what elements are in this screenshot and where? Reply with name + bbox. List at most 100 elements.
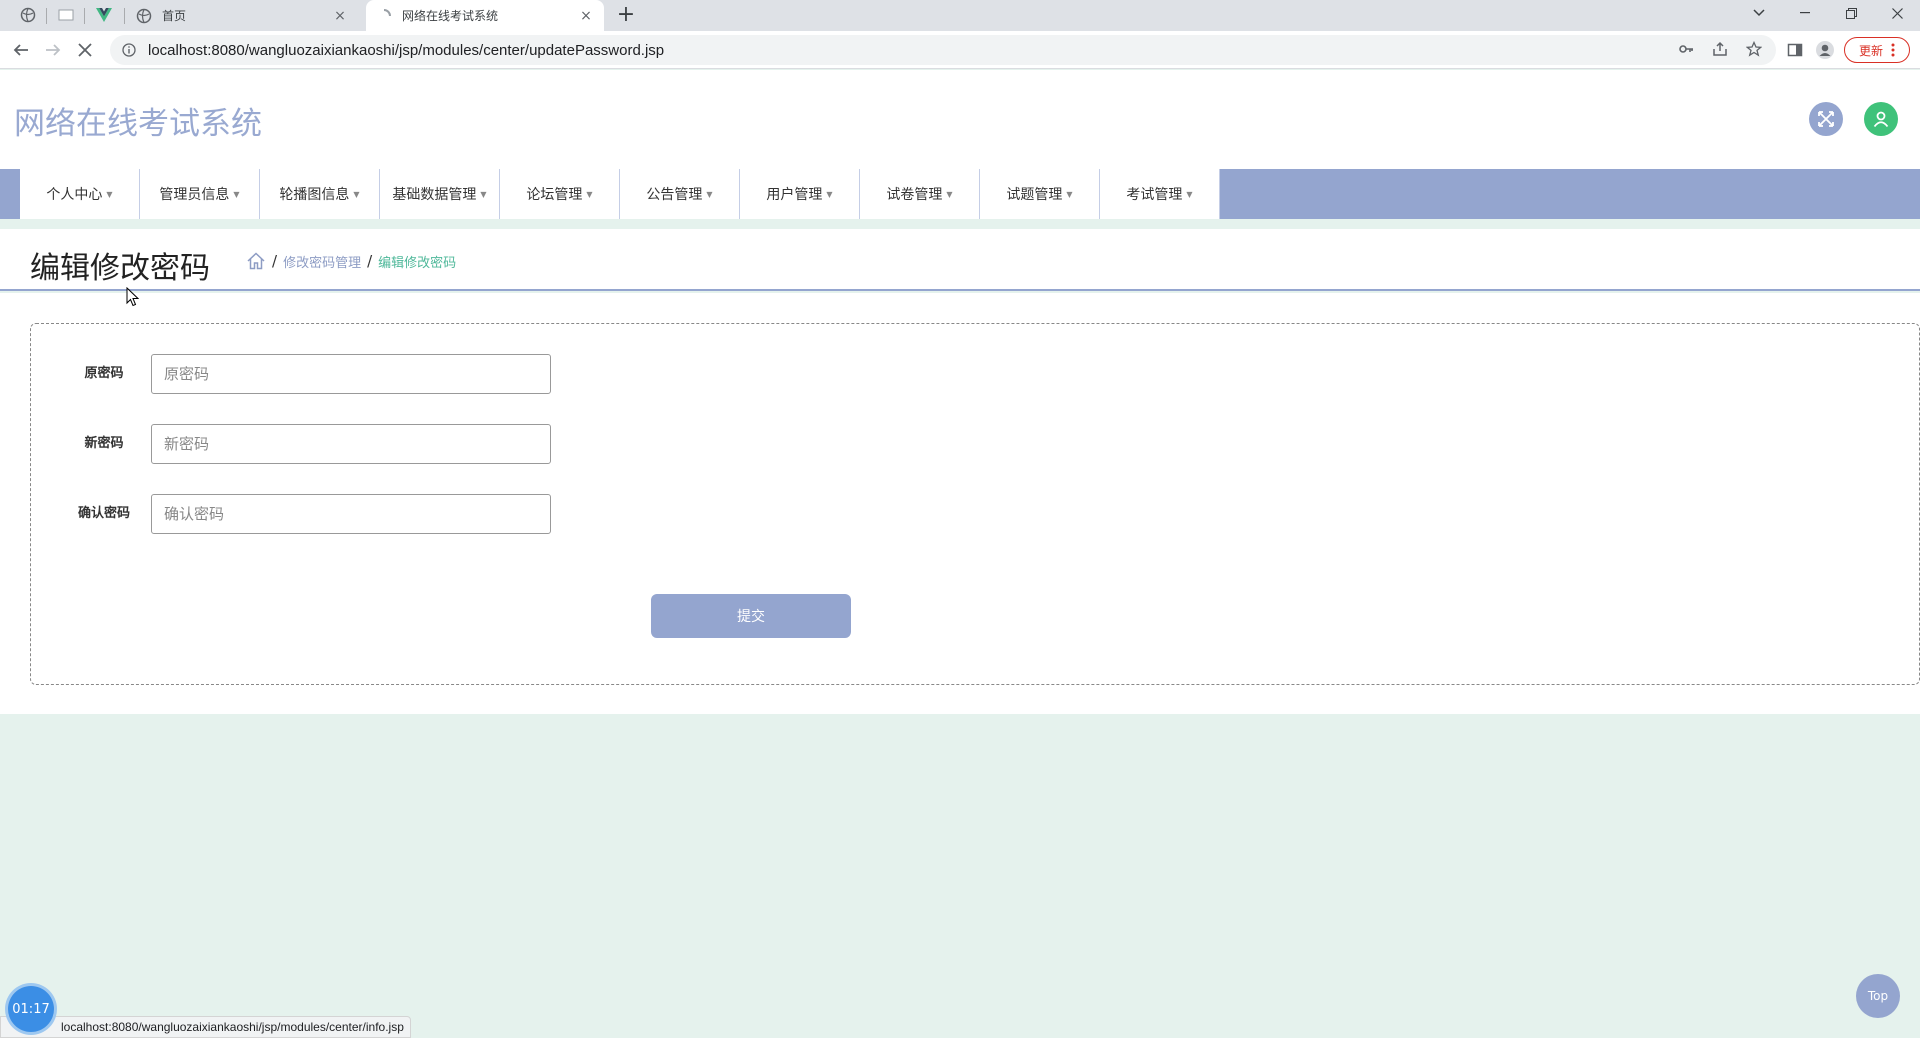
- caret-down-icon: ▼: [1066, 189, 1073, 199]
- close-icon: [78, 43, 92, 57]
- form-row-confirm-password: 确认密码: [31, 494, 591, 534]
- browser-tab-strip: 首页 × 网络在线考试系统 × +: [0, 0, 1920, 31]
- tab-exam-system[interactable]: 网络在线考试系统 ×: [366, 0, 604, 31]
- page-icon: [58, 9, 74, 21]
- site-title: 网络在线考试系统: [14, 106, 262, 142]
- caret-down-icon: ▼: [586, 189, 593, 199]
- close-tab-icon[interactable]: ×: [578, 8, 594, 24]
- breadcrumb-separator: /: [367, 252, 373, 270]
- update-browser-button[interactable]: 更新: [1844, 37, 1910, 63]
- nav-item-label: 用户管理: [766, 187, 823, 203]
- nav-item-admin-info[interactable]: 管理员信息 ▼: [140, 169, 260, 219]
- arrow-left-icon: [13, 44, 28, 56]
- nav-item-label: 试题管理: [1006, 187, 1063, 203]
- vue-logo-icon: [96, 8, 112, 22]
- caret-down-icon: ▼: [106, 189, 113, 199]
- nav-item-label: 论坛管理: [526, 187, 583, 203]
- user-icon: [1873, 111, 1889, 128]
- tab-separator: [84, 8, 85, 24]
- nav-item-label: 个人中心: [46, 187, 103, 203]
- nav-item-exams[interactable]: 考试管理 ▼: [1100, 169, 1220, 219]
- globe-icon: [20, 7, 36, 23]
- pinned-tab-vue[interactable]: [90, 3, 118, 27]
- caret-down-icon: ▼: [826, 189, 833, 199]
- profile-icon: [1816, 41, 1834, 59]
- nav-item-papers[interactable]: 试卷管理 ▼: [860, 169, 980, 219]
- breadcrumb: / 修改密码管理 / 编辑修改密码: [246, 251, 456, 271]
- form-row-new-password: 新密码: [31, 424, 591, 464]
- tab-title: 网络在线考试系统: [402, 9, 499, 23]
- chevron-down-icon: [1753, 9, 1765, 17]
- share-icon[interactable]: [1712, 41, 1728, 57]
- tab-title: 首页: [162, 9, 187, 23]
- close-icon: [1891, 7, 1903, 19]
- fullscreen-button[interactable]: [1809, 102, 1843, 136]
- breadcrumb-parent[interactable]: 修改密码管理: [283, 252, 361, 271]
- breadcrumb-separator: /: [272, 252, 278, 270]
- mouse-cursor-icon: [126, 287, 140, 307]
- arrow-right-icon: [46, 44, 61, 56]
- back-to-top-button[interactable]: Top: [1856, 974, 1900, 1018]
- minimize-button[interactable]: [1782, 0, 1828, 26]
- submit-button[interactable]: 提交: [651, 594, 851, 638]
- close-window-button[interactable]: [1874, 0, 1920, 26]
- side-panel-icon: [1787, 43, 1803, 57]
- restore-button[interactable]: [1828, 0, 1874, 26]
- more-vertical-icon: [1891, 43, 1895, 57]
- form-row-old-password: 原密码: [31, 354, 591, 394]
- close-tab-icon[interactable]: ×: [332, 8, 348, 24]
- confirm-password-input[interactable]: [151, 494, 551, 534]
- pinned-tab-globe[interactable]: [14, 3, 42, 27]
- home-icon[interactable]: [246, 251, 266, 271]
- tab-separator: [124, 8, 125, 24]
- update-label: 更新: [1858, 43, 1883, 58]
- caret-down-icon: ▼: [233, 189, 240, 199]
- key-icon[interactable]: [1678, 41, 1694, 57]
- caret-down-icon: ▼: [946, 189, 953, 199]
- user-button[interactable]: [1864, 102, 1898, 136]
- caret-down-icon: ▼: [480, 189, 487, 199]
- nav-item-personal-center[interactable]: 个人中心 ▼: [20, 169, 140, 219]
- caret-down-icon: ▼: [1186, 189, 1193, 199]
- nav-item-label: 基础数据管理: [392, 187, 477, 203]
- site-header: 网络在线考试系统: [0, 70, 1920, 169]
- tab-separator: [46, 8, 47, 24]
- info-icon: [122, 43, 136, 57]
- restore-icon: [1845, 7, 1857, 19]
- nav-item-label: 试卷管理: [886, 187, 943, 203]
- password-form: 原密码 新密码 确认密码 提交: [30, 323, 1920, 685]
- timer-badge[interactable]: 01:17: [8, 986, 54, 1032]
- nav-item-label: 轮播图信息: [279, 187, 350, 203]
- nav-item-base-data[interactable]: 基础数据管理 ▼: [380, 169, 500, 219]
- page-header: 编辑修改密码 / 修改密码管理 / 编辑修改密码: [0, 229, 1920, 291]
- nav-item-forum[interactable]: 论坛管理 ▼: [500, 169, 620, 219]
- address-bar[interactable]: localhost:8080/wangluozaixiankaoshi/jsp/…: [110, 35, 1776, 65]
- nav-list: 个人中心 ▼ 管理员信息 ▼ 轮播图信息 ▼ 基础数据管理 ▼ 论坛管理 ▼ 公告管理 ▼ …: [20, 169, 1220, 219]
- main-nav: 个人中心 ▼ 管理员信息 ▼ 轮播图信息 ▼ 基础数据管理 ▼ 论坛管理 ▼ 公告管理 ▼ …: [0, 169, 1920, 219]
- browser-toolbar: localhost:8080/wangluozaixiankaoshi/jsp/…: [0, 31, 1920, 69]
- nav-item-carousel-info[interactable]: 轮播图信息 ▼: [260, 169, 380, 219]
- caret-down-icon: ▼: [353, 189, 360, 199]
- star-icon[interactable]: [1746, 41, 1762, 57]
- tab-home[interactable]: 首页 ×: [126, 0, 358, 31]
- old-password-input[interactable]: [151, 354, 551, 394]
- stop-loading-button[interactable]: [72, 37, 98, 63]
- nav-item-users[interactable]: 用户管理 ▼: [740, 169, 860, 219]
- nav-item-label: 管理员信息: [159, 187, 230, 203]
- nav-item-notice[interactable]: 公告管理 ▼: [620, 169, 740, 219]
- new-tab-button[interactable]: +: [612, 3, 640, 29]
- forward-button[interactable]: [40, 37, 66, 63]
- new-password-input[interactable]: [151, 424, 551, 464]
- minimize-icon: [1800, 12, 1810, 14]
- pinned-tab-blank[interactable]: [52, 3, 80, 27]
- side-panel-button[interactable]: [1784, 39, 1806, 61]
- nav-item-label: 公告管理: [646, 187, 703, 203]
- profile-button[interactable]: [1814, 39, 1836, 61]
- nav-item-questions[interactable]: 试题管理 ▼: [980, 169, 1100, 219]
- fullscreen-icon: [1818, 111, 1834, 127]
- status-bar-url: localhost:8080/wangluozaixiankaoshi/jsp/…: [0, 1016, 411, 1038]
- page-title: 编辑修改密码: [30, 251, 210, 286]
- tab-search-button[interactable]: [1736, 0, 1782, 26]
- url-text: localhost:8080/wangluozaixiankaoshi/jsp/…: [148, 41, 665, 59]
- back-button[interactable]: [8, 37, 34, 63]
